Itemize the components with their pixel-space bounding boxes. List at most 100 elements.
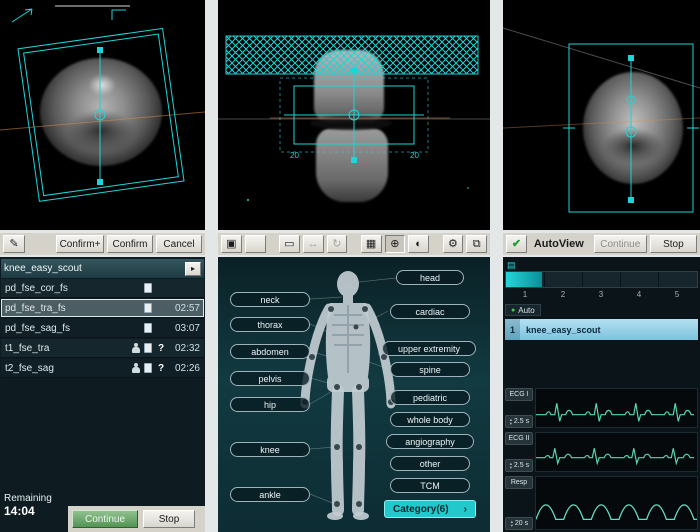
toolbar-confirm: ✎ Confirm+ Confirm Cancel — [0, 233, 205, 255]
protocol-name: pd_fse_cor_fs — [5, 283, 140, 294]
scan-stop-button[interactable]: Stop — [143, 510, 195, 528]
remaining-label: Remaining — [4, 493, 52, 504]
patient-icon — [132, 363, 140, 373]
anatomy-category-button[interactable]: Category(6) › — [384, 500, 476, 518]
anatomy-button-spine[interactable]: spine — [390, 362, 470, 377]
autoview-label: AutoView — [530, 238, 588, 250]
scan-progress-bar[interactable] — [505, 271, 698, 288]
ecg1-label: ECG I — [505, 388, 533, 401]
protocol-row-pd-fse-tra-fs[interactable]: pd_fse_tra_fs 02:57 — [1, 299, 204, 318]
remaining-time-block: Remaining 14:04 — [4, 493, 52, 518]
copy-icon[interactable] — [144, 303, 152, 313]
resp-scale[interactable]: ▲▼ 20 s — [505, 517, 533, 530]
anatomy-button-knee[interactable]: knee — [230, 442, 310, 457]
cancel-button[interactable]: Cancel — [156, 235, 202, 253]
viewport-axial-right[interactable] — [503, 0, 700, 230]
scan-time: 02:26 — [170, 363, 200, 374]
expand-protocol-button[interactable]: ▸ — [185, 262, 201, 276]
protocol-name: pd_fse_tra_fs — [5, 303, 140, 314]
clipboard-icon[interactable]: ⧉ — [466, 235, 487, 253]
scan-time: 02:57 — [170, 303, 200, 314]
edit-pencil-icon[interactable]: ✎ — [3, 235, 25, 253]
category-label: Category(6) — [393, 504, 449, 515]
question-mark: ? — [156, 363, 166, 374]
resp-label: Resp — [505, 476, 533, 489]
anatomy-button-hip[interactable]: hip — [230, 397, 310, 412]
grid-icon[interactable]: ▦ — [361, 235, 382, 253]
spinner-arrows-icon[interactable]: ▲▼ — [509, 418, 513, 426]
confirm-plus-button[interactable]: Confirm+ — [56, 235, 104, 253]
slice-box-icon[interactable]: ▭ — [279, 235, 300, 253]
copy-icon[interactable] — [144, 323, 152, 333]
ecg1-waveform — [535, 388, 698, 428]
status-dot-icon: ● — [511, 307, 515, 314]
anatomy-button-cardiac[interactable]: cardiac — [390, 304, 470, 319]
protocol-name: pd_fse_sag_fs — [5, 323, 140, 334]
zoom-icon[interactable]: ⊕ — [385, 235, 406, 253]
ecg2-waveform — [535, 432, 698, 472]
auto-toggle[interactable]: ● Auto — [505, 304, 541, 316]
physio-strip-ecg1: ECG I ▲▼ 2.5 s — [505, 388, 698, 428]
measure-right: 20 — [410, 151, 419, 160]
autoview-continue-button[interactable]: Continue — [594, 235, 647, 253]
anatomy-button-pediatric[interactable]: pediatric — [390, 390, 470, 405]
tools-icon[interactable]: ⚙ — [443, 235, 464, 253]
question-mark: ? — [156, 343, 166, 354]
physio-strip-resp: Resp ▲▼ 20 s — [505, 476, 698, 530]
queue-item-index: 1 — [505, 319, 520, 340]
mri-console: 20 20 ✎ Confirm+ C — [0, 0, 700, 532]
protocol-row-t1-fse-tra[interactable]: t1_fse_tra ? 02:32 — [1, 339, 204, 358]
protocol-panel: knee_easy_scout ▸ pd_fse_cor_fs pd_fse_t… — [0, 257, 205, 532]
pan-icon[interactable]: ↔ — [303, 235, 324, 253]
protocol-row-pd-fse-sag-fs[interactable]: pd_fse_sag_fs 03:07 — [1, 319, 204, 338]
protocol-group-header[interactable]: knee_easy_scout ▸ — [1, 259, 204, 278]
anatomy-button-whole-body[interactable]: whole body — [390, 412, 470, 427]
viewport-axial-left[interactable] — [0, 0, 205, 230]
protocol-row-pd-fse-cor-fs[interactable]: pd_fse_cor_fs — [1, 279, 204, 298]
queue-item-name: knee_easy_scout — [520, 325, 601, 335]
copy-icon[interactable] — [144, 283, 152, 293]
anatomy-button-abdomen[interactable]: abdomen — [230, 344, 310, 359]
protocol-row-t2-fse-sag[interactable]: t2_fse_sag ? 02:26 — [1, 359, 204, 378]
acquisition-panel: ▤ 1 2 3 4 5 ● Auto 1 knee_easy_scout ECG… — [503, 257, 700, 532]
autoview-check-icon[interactable]: ✔ — [506, 235, 527, 253]
viewport-coronal[interactable]: 20 20 — [218, 0, 490, 230]
rotate-icon[interactable]: ↻ — [327, 235, 348, 253]
anatomy-button-tcm[interactable]: TCM — [390, 478, 470, 493]
resp-waveform — [535, 476, 698, 530]
annotate-icon[interactable]: ▣ — [221, 235, 242, 253]
anatomy-button-ankle[interactable]: ankle — [230, 487, 310, 502]
ecg1-scale[interactable]: ▲▼ 2.5 s — [505, 415, 533, 428]
patient-icon — [132, 343, 140, 353]
anatomy-button-angiography[interactable]: angiography — [386, 434, 474, 449]
protocol-name: t1_fse_tra — [5, 343, 128, 354]
slice-overlay-coronal: 20 20 — [218, 0, 490, 230]
scan-continue-button[interactable]: Continue — [72, 510, 138, 528]
ecg2-scale[interactable]: ▲▼ 2.5 s — [505, 459, 533, 472]
contrast-icon[interactable]: ◐ — [408, 235, 429, 253]
queue-item-knee-easy-scout[interactable]: 1 knee_easy_scout — [505, 319, 698, 340]
anatomy-button-thorax[interactable]: thorax — [230, 317, 310, 332]
chevron-right-icon: › — [464, 504, 467, 515]
scan-progress-fill — [506, 272, 542, 287]
anatomy-button-pelvis[interactable]: pelvis — [230, 371, 310, 386]
anatomy-button-head[interactable]: head — [396, 270, 464, 285]
layers-icon: ▤ — [507, 260, 516, 271]
scan-time: 02:32 — [170, 343, 200, 354]
anatomy-button-upper-extremity[interactable]: upper extremity — [382, 341, 476, 356]
scan-time: 03:07 — [170, 323, 200, 334]
auto-label: Auto — [518, 306, 534, 315]
spinner-arrows-icon[interactable]: ▲▼ — [509, 462, 513, 470]
anatomy-button-other[interactable]: other — [390, 456, 470, 471]
toolbar-image-tools: ▣ ▭ ↔ ↻ ▦ ⊕ ◐ ⚙ ⧉ — [218, 233, 490, 255]
copy-icon[interactable] — [144, 343, 152, 353]
physio-strip-ecg2: ECG II ▲▼ 2.5 s — [505, 432, 698, 472]
confirm-button[interactable]: Confirm — [107, 235, 153, 253]
protocol-group-name: knee_easy_scout — [4, 263, 82, 274]
anatomy-button-neck[interactable]: neck — [230, 292, 310, 307]
autoview-stop-button[interactable]: Stop — [650, 235, 697, 253]
blank-tool-icon[interactable] — [245, 235, 266, 253]
anatomy-panel: neck thorax abdomen pelvis hip knee ankl… — [218, 257, 490, 532]
spinner-arrows-icon[interactable]: ▲▼ — [510, 520, 514, 528]
copy-icon[interactable] — [144, 363, 152, 373]
